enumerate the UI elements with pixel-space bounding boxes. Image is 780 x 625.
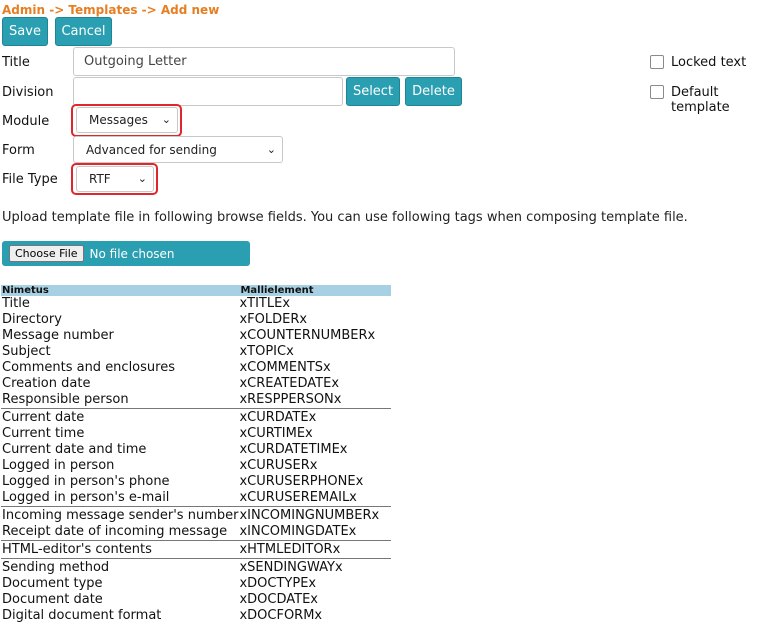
tag-code-cell: xCREATEDATEx <box>239 376 340 391</box>
table-row: Directory xFOLDERx <box>1 312 391 328</box>
tag-name-cell: Sending method <box>1 558 240 576</box>
table-row: Subject xTOPICx <box>1 344 391 360</box>
tag-code-cell: xCURUSERx <box>239 458 318 473</box>
tag-name-cell: HTML-editor's contents <box>1 540 240 559</box>
tag-code-cell: xTITLEx <box>239 296 291 311</box>
tag-code-cell: xCURUSEREMAILx <box>239 490 357 505</box>
tag-code-cell: xCURDATETIMEx <box>239 442 348 457</box>
tag-name-cell: Current date <box>1 408 240 426</box>
file-upload[interactable]: Choose File No file chosen <box>2 241 250 266</box>
table-header-row: Nimetus Mallielement <box>1 285 391 296</box>
tag-code-cell: xCURDATEx <box>239 408 391 426</box>
table-row: Title xTITLEx <box>1 296 391 312</box>
locked-text-checkbox[interactable] <box>650 55 664 69</box>
table-row: Current date xCURDATEx <box>1 408 391 426</box>
tag-name-cell: Message number <box>2 328 114 343</box>
tag-code-cell: xDOCDATEx <box>239 592 318 607</box>
tag-name-cell: Logged in person's e-mail <box>2 490 170 505</box>
title-label: Title <box>2 55 30 70</box>
table-row: Comments and enclosures xCOMMENTSx <box>1 360 391 376</box>
tag-code-cell: xCOMMENTSx <box>239 360 331 375</box>
breadcrumb: Admin -> Templates -> Add new <box>2 3 220 17</box>
table-row: Document date xDOCDATEx <box>1 592 391 608</box>
table-row: Document type xDOCTYPEx <box>1 576 391 592</box>
delete-button[interactable]: Delete <box>405 77 462 106</box>
cancel-button[interactable]: Cancel <box>55 17 112 46</box>
tag-code-cell: xRESPPERSONx <box>239 392 342 407</box>
tag-code-cell: xDOCFORMx <box>239 608 323 623</box>
table-row: Digital document format xDOCFORMx <box>1 608 391 624</box>
locked-text-label: Locked text <box>671 55 747 70</box>
default-template-checkbox[interactable] <box>650 85 664 99</box>
tag-name-cell: Incoming message sender's number <box>1 506 240 524</box>
tag-name-cell: Logged in person <box>2 458 115 473</box>
tag-code-cell: xDOCTYPEx <box>239 576 317 591</box>
title-input[interactable] <box>73 47 455 76</box>
table-row: Logged in person xCURUSERx <box>1 458 391 474</box>
select-button[interactable]: Select <box>346 77 400 106</box>
table-row: Current time xCURTIMEx <box>1 426 391 442</box>
tag-name-cell: Receipt date of incoming message <box>2 524 228 539</box>
table-row: Logged in person's e-mail xCURUSEREMAILx <box>1 490 391 507</box>
tag-name-cell: Responsible person <box>2 392 129 407</box>
tag-name-cell: Logged in person's phone <box>2 474 170 489</box>
tag-name-cell: Document date <box>2 592 103 607</box>
tags-table: Nimetus Mallielement Title xTITLEx Directo… <box>1 285 391 624</box>
tag-code-cell: xCOUNTERNUMBERx <box>239 328 376 343</box>
table-row: Logged in person's phone xCURUSERPHONEx <box>1 474 391 490</box>
form-label: Form <box>2 143 35 158</box>
tag-code-cell: xINCOMINGNUMBERx <box>239 506 391 524</box>
column-header-mallielement: Mallielement <box>239 285 391 296</box>
tag-code-cell: xCURTIMEx <box>239 426 313 441</box>
tag-name-cell: Current date and time <box>2 442 147 457</box>
form-select-value: Advanced for sending <box>86 142 217 157</box>
upload-info-text: Upload template file in following browse… <box>2 210 688 225</box>
choose-file-button[interactable]: Choose File <box>9 245 84 262</box>
tag-name-cell: Digital document format <box>2 608 162 623</box>
tag-code-cell: xFOLDERx <box>239 312 308 327</box>
table-row: Creation date xCREATEDATEx <box>1 376 391 392</box>
tag-name-cell: Document type <box>2 576 103 591</box>
chevron-down-icon: ⌄ <box>266 142 276 156</box>
tag-code-cell: xINCOMINGDATEx <box>239 524 357 539</box>
filetype-label: File Type <box>2 172 58 187</box>
tag-code-cell: xSENDINGWAYx <box>239 558 391 576</box>
tag-name-cell: Creation date <box>2 376 91 391</box>
table-row: Responsible person xRESPPERSONx <box>1 392 391 409</box>
division-label: Division <box>2 85 54 100</box>
tag-code-cell: xHTMLEDITORx <box>239 540 391 559</box>
table-row: Message number xCOUNTERNUMBERx <box>1 328 391 344</box>
tag-name-cell: Current time <box>2 426 85 441</box>
table-row: Sending method xSENDINGWAYx <box>1 558 391 576</box>
table-row: Receipt date of incoming message xINCOMIN… <box>1 524 391 541</box>
filetype-highlight <box>71 163 158 195</box>
tag-code-cell: xCURUSERPHONEx <box>239 474 364 489</box>
column-header-nimetus: Nimetus <box>1 285 240 296</box>
save-button[interactable]: Save <box>2 17 48 46</box>
module-label: Module <box>2 114 50 129</box>
tag-name-cell: Directory <box>2 312 62 327</box>
table-row: Incoming message sender's number xINCOMIN… <box>1 506 391 524</box>
default-template-label: Default template <box>671 85 730 115</box>
form-select[interactable]: Advanced for sending ⌄ <box>73 136 283 163</box>
division-input[interactable] <box>73 77 343 106</box>
tag-name-cell: Subject <box>2 344 51 359</box>
tag-name-cell: Comments and enclosures <box>2 360 175 375</box>
tag-code-cell: xTOPICx <box>239 344 294 359</box>
module-highlight <box>71 104 182 137</box>
table-row: HTML-editor's contents xHTMLEDITORx <box>1 540 391 559</box>
table-row: Current date and time xCURDATETIMEx <box>1 442 391 458</box>
tag-name-cell: Title <box>2 296 30 311</box>
no-file-text: No file chosen <box>89 246 175 261</box>
